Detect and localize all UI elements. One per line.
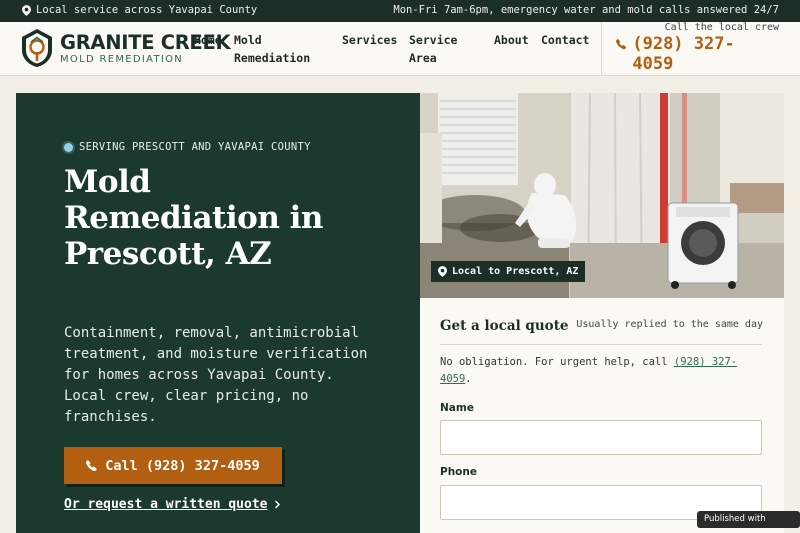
published-with-badge[interactable]: Published with shiply →	[697, 511, 800, 533]
nav-area-line2: Area	[409, 51, 437, 65]
header-call-box: Call the local crew (928) 327-4059	[601, 22, 800, 76]
quote-title: Get a local quote	[440, 318, 569, 334]
brand-tagline: MOLD REMEDIATION	[60, 53, 184, 65]
call-cta-button[interactable]: Call (928) 327-4059	[64, 447, 282, 484]
hours-text: Mon-Fri 7am-6pm, emergency water and mol…	[393, 4, 779, 16]
location-badge-text: Local to Prescott, AZ	[452, 266, 579, 277]
nav-services[interactable]: Services	[342, 31, 397, 49]
header-phone-number: (928) 327-4059	[632, 34, 735, 74]
quote-note-suffix: .	[465, 373, 472, 385]
name-label: Name	[440, 402, 474, 414]
request-quote-link[interactable]: Or request a written quote	[64, 497, 281, 512]
nav-mold-line1: Mold	[234, 33, 262, 47]
hero-eyebrow-text: SERVING PRESCOTT AND YAVAPAI COUNTY	[79, 141, 311, 153]
quote-form-card: Get a local quote Usually replied to the…	[420, 298, 784, 533]
hero-description: Containment, removal, antimicrobial trea…	[64, 325, 368, 425]
quote-note: No obligation. For urgent help, call (92…	[440, 354, 762, 388]
status-dot-icon	[64, 142, 73, 152]
house-shield-logo-icon	[22, 29, 52, 67]
phone-label: Phone	[440, 466, 477, 478]
call-label: Call the local crew	[664, 22, 779, 33]
request-quote-label: Or request a written quote	[64, 497, 268, 512]
hero-title: Mold Remediation in Prescott, AZ	[64, 164, 323, 272]
hero-eyebrow: SERVING PRESCOTT AND YAVAPAI COUNTY	[64, 141, 311, 153]
map-pin-icon	[22, 4, 31, 16]
quote-reply-time: Usually replied to the same day	[576, 319, 763, 330]
chevron-right-icon	[274, 500, 280, 509]
nav-contact[interactable]: Contact	[541, 31, 589, 49]
phone-icon	[616, 39, 627, 50]
call-cta-label: Call (928) 327-4059	[105, 457, 260, 474]
divider	[440, 344, 762, 345]
hero-photo: Local to Prescott, AZ	[420, 93, 784, 298]
header-phone-link[interactable]: (928) 327-4059	[616, 34, 756, 74]
service-area-text: Local service across Yavapai County	[36, 4, 258, 16]
nav-about[interactable]: About	[494, 31, 529, 49]
top-info-bar: Local service across Yavapai County Mon-…	[0, 0, 800, 22]
map-pin-icon	[438, 266, 447, 277]
phone-icon	[86, 460, 98, 471]
nav-service-area[interactable]: Service Area	[409, 31, 457, 67]
nav-mold-line2: Remediation	[234, 51, 311, 65]
service-area-notice: Local service across Yavapai County	[22, 4, 257, 16]
quote-note-prefix: No obligation. For urgent help, call	[440, 356, 674, 368]
location-badge: Local to Prescott, AZ	[431, 261, 586, 282]
nav-area-line1: Service	[409, 33, 458, 47]
name-field[interactable]	[440, 420, 762, 455]
nav-mold-remediation[interactable]: Mold Remediation	[234, 31, 310, 67]
dehumidifier-machine	[667, 202, 739, 289]
nav-home[interactable]: Home	[194, 31, 222, 49]
